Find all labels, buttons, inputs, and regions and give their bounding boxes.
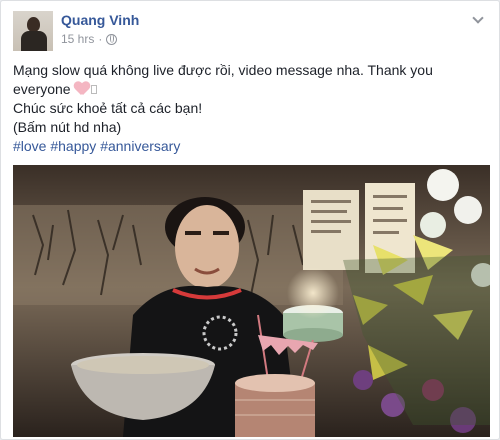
- post-text: Mạng slow quá không live được rồi, video…: [13, 61, 489, 156]
- author-name[interactable]: Quang Vinh: [61, 12, 139, 28]
- post-card: Quang Vinh 15 hrs · Mạng slow quá không …: [0, 0, 500, 440]
- avatar-head: [27, 17, 40, 32]
- post-timestamp[interactable]: 15 hrs: [61, 32, 94, 46]
- avatar[interactable]: [13, 11, 53, 51]
- video-thumbnail[interactable]: [13, 165, 490, 437]
- meta-separator: ·: [98, 32, 103, 46]
- hashtag-happy[interactable]: #happy: [50, 138, 96, 154]
- chevron-down-icon[interactable]: [471, 13, 485, 27]
- post-line-1: Mạng slow quá không live được rồi, video…: [13, 61, 489, 99]
- post-header: Quang Vinh 15 hrs ·: [13, 11, 489, 51]
- post-line-2: Chúc sức khoẻ tất cả các bạn!: [13, 100, 203, 116]
- video-frame-image: [13, 165, 490, 437]
- post-meta: 15 hrs ·: [61, 32, 118, 46]
- avatar-body: [21, 31, 47, 51]
- post-line-1-text: Mạng slow quá không live được rồi, video…: [13, 62, 433, 78]
- missing-glyph-icon: [91, 85, 98, 94]
- hashtag-love[interactable]: #love: [13, 138, 46, 154]
- hashtag-anniversary[interactable]: #anniversary: [100, 138, 180, 154]
- globe-icon[interactable]: [106, 33, 118, 45]
- post-line-1-continued: everyone: [13, 81, 71, 97]
- post-line-3: (Bấm nút hd nha): [13, 119, 122, 135]
- heart-icon: [74, 82, 90, 96]
- hashtags: #love #happy #anniversary: [13, 137, 489, 156]
